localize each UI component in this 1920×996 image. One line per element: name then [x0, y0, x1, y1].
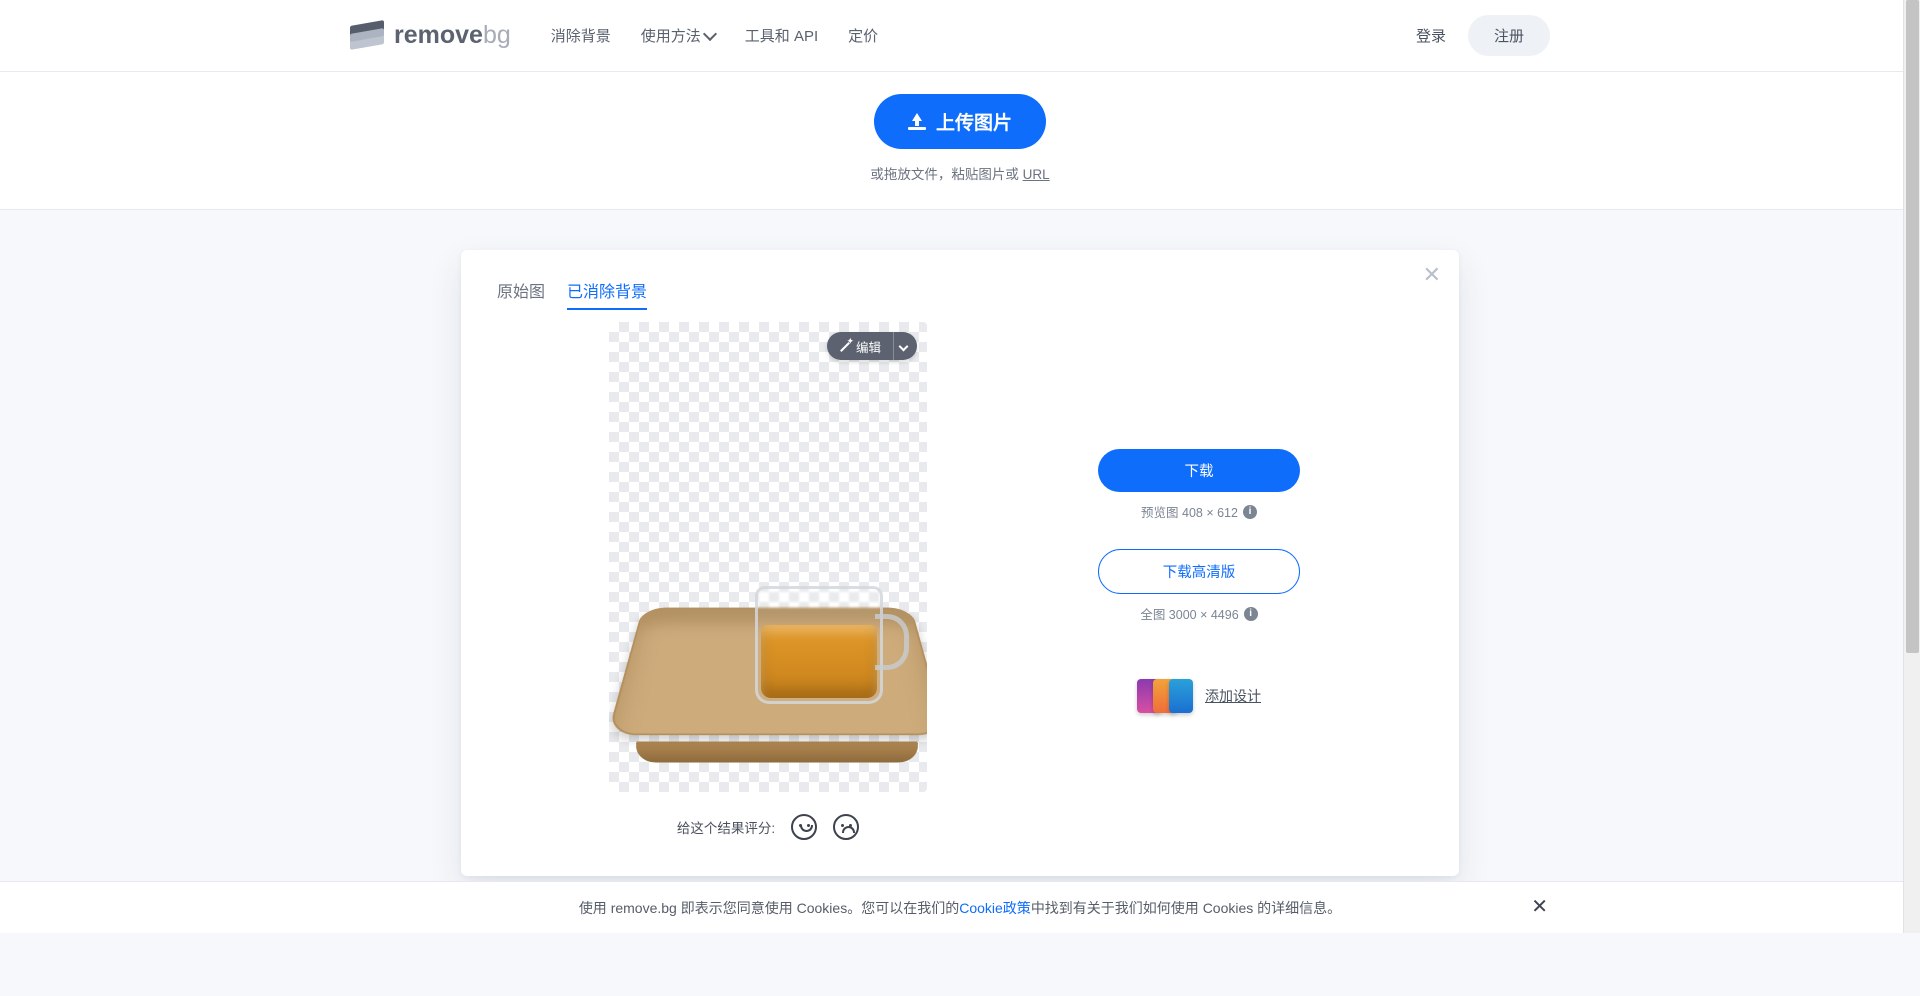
cookie-policy-label: Cookie政策 — [959, 900, 1031, 916]
close-card-button[interactable]: ✕ — [1423, 264, 1441, 286]
result-card: ✕ 原始图 已消除背景 编辑 — [461, 250, 1459, 876]
design-thumbnails — [1137, 679, 1193, 713]
preview-dimensions: 预览图 408 × 612 i — [1141, 502, 1257, 521]
paste-url-label: URL — [1023, 167, 1050, 182]
upload-section: 上传图片 或拖放文件，粘贴图片或 URL — [0, 72, 1920, 210]
divider — [893, 332, 894, 360]
main-nav: 消除背景 使用方法 工具和 API 定价 — [551, 25, 878, 46]
topbar: removebg 消除背景 使用方法 工具和 API 定价 登录 注册 — [0, 0, 1920, 72]
design-thumb — [1169, 679, 1193, 713]
thumbs-down-face-icon[interactable] — [833, 814, 859, 840]
cookie-text-post: 中找到有关于我们如何使用 Cookies 的详细信息。 — [1031, 900, 1341, 916]
scrollbar[interactable] — [1903, 0, 1920, 933]
upload-subtext: 或拖放文件，粘贴图片或 URL — [0, 163, 1920, 183]
nav-remove-bg-label: 消除背景 — [551, 25, 611, 46]
login-label: 登录 — [1416, 28, 1446, 45]
upload-button-label: 上传图片 — [936, 108, 1012, 135]
edit-button[interactable]: 编辑 — [827, 332, 917, 360]
paste-url-link[interactable]: URL — [1023, 167, 1050, 182]
info-icon[interactable]: i — [1243, 505, 1257, 519]
close-icon: ✕ — [1531, 896, 1548, 918]
tab-removed-label: 已消除背景 — [567, 284, 647, 301]
preview-column: 编辑 — [609, 322, 927, 840]
signup-button[interactable]: 注册 — [1468, 15, 1550, 56]
tab-original[interactable]: 原始图 — [497, 278, 545, 310]
nav-pricing-label: 定价 — [848, 25, 878, 46]
chevron-down-icon — [703, 26, 717, 40]
tab-original-label: 原始图 — [497, 284, 545, 301]
info-icon[interactable]: i — [1244, 607, 1258, 621]
brand-suffix: bg — [483, 21, 511, 49]
preview-dimensions-label: 预览图 408 × 612 — [1141, 502, 1238, 521]
download-hd-button-label: 下载高清版 — [1163, 565, 1236, 581]
cookie-policy-link[interactable]: Cookie政策 — [959, 900, 1031, 916]
close-icon: ✕ — [1423, 262, 1441, 287]
auth-links: 登录 注册 — [1416, 15, 1550, 56]
thumbs-up-face-icon[interactable] — [791, 814, 817, 840]
signup-label: 注册 — [1494, 28, 1524, 45]
result-tabs: 原始图 已消除背景 — [497, 278, 1423, 310]
result-preview: 编辑 — [609, 322, 927, 792]
tab-removed-bg[interactable]: 已消除背景 — [567, 278, 647, 310]
cookie-banner: 使用 remove.bg 即表示您同意使用 Cookies。您可以在我们的Coo… — [0, 881, 1920, 933]
result-stage: ✕ 原始图 已消除背景 编辑 — [0, 210, 1920, 996]
rating-row: 给这个结果评分: — [677, 814, 859, 840]
nav-tools-label: 工具和 API — [745, 25, 818, 46]
download-hd-button[interactable]: 下载高清版 — [1098, 549, 1300, 594]
upload-sub-prefix: 或拖放文件，粘贴图片或 — [870, 167, 1022, 182]
full-dimensions-label: 全图 3000 × 4496 — [1140, 604, 1238, 623]
login-link[interactable]: 登录 — [1416, 25, 1446, 46]
magic-wand-icon — [839, 340, 851, 352]
upload-icon — [908, 114, 926, 130]
cookie-text-pre: 使用 remove.bg 即表示您同意使用 Cookies。您可以在我们的 — [579, 900, 959, 916]
add-design-label: 添加设计 — [1205, 688, 1261, 704]
brand-logo[interactable]: removebg — [350, 21, 511, 50]
download-button[interactable]: 下载 — [1098, 449, 1300, 492]
logo-icon — [350, 23, 384, 49]
nav-how-to-label: 使用方法 — [641, 25, 701, 46]
cookie-text: 使用 remove.bg 即表示您同意使用 Cookies。您可以在我们的Coo… — [579, 898, 1341, 918]
brand-name: remove — [394, 21, 483, 49]
chevron-down-icon — [899, 341, 909, 351]
download-button-label: 下载 — [1185, 464, 1214, 480]
add-design-link[interactable]: 添加设计 — [1137, 679, 1261, 713]
upload-image-button[interactable]: 上传图片 — [874, 94, 1046, 149]
card-body: 编辑 — [497, 322, 1423, 840]
nav-how-to[interactable]: 使用方法 — [641, 25, 715, 46]
nav-tools-api[interactable]: 工具和 API — [745, 25, 818, 46]
scrollbar-thumb[interactable] — [1906, 0, 1919, 653]
cookie-close-button[interactable]: ✕ — [1531, 894, 1548, 919]
rating-prompt: 给这个结果评分: — [677, 817, 775, 837]
nav-remove-bg[interactable]: 消除背景 — [551, 25, 611, 46]
subject-illustration-cup — [755, 586, 883, 704]
edit-button-label: 编辑 — [856, 337, 881, 356]
nav-pricing[interactable]: 定价 — [848, 25, 878, 46]
full-dimensions: 全图 3000 × 4496 i — [1140, 604, 1257, 623]
actions-column: 下载 预览图 408 × 612 i 下载高清版 全图 3000 × 4496 … — [975, 322, 1423, 840]
